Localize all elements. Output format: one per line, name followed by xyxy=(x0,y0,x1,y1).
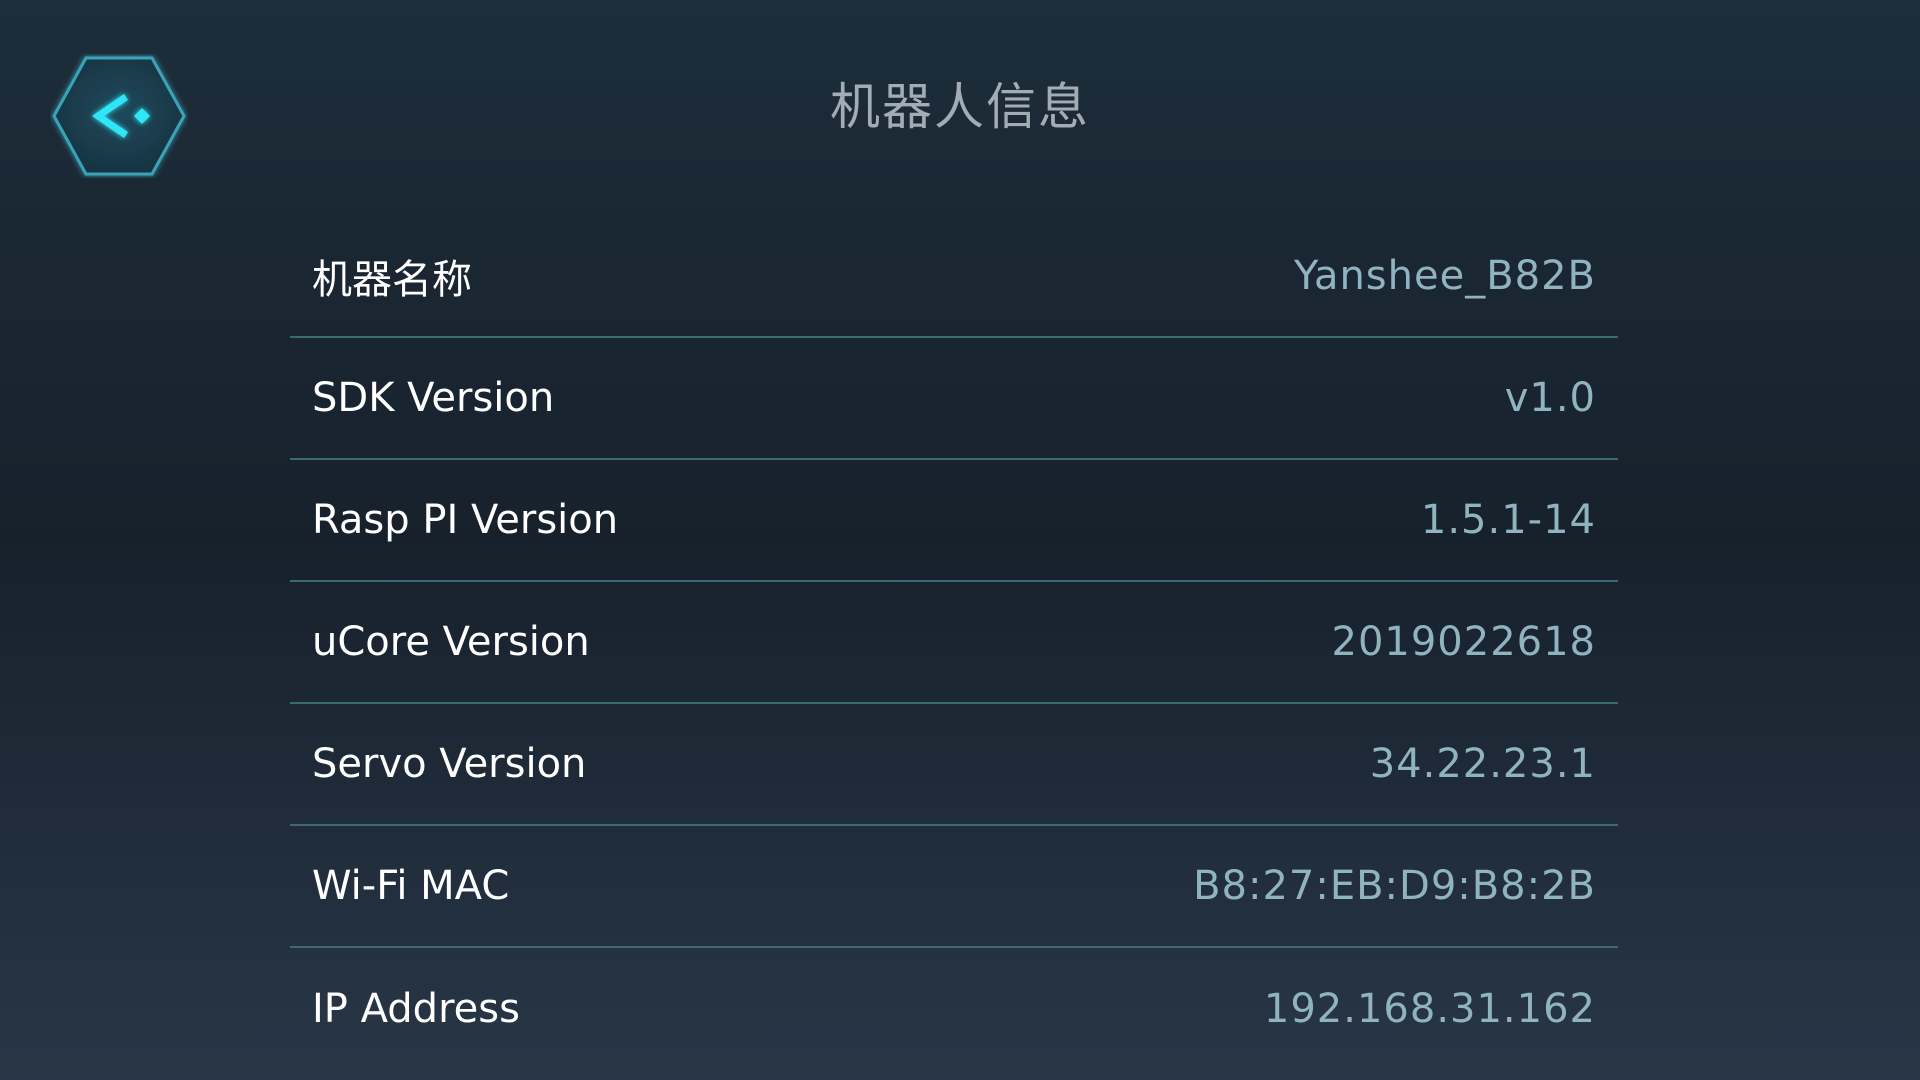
info-list: 机器名称 Yanshee_B82B SDK Version v1.0 Rasp … xyxy=(290,216,1618,1070)
sdk-version-value: v1.0 xyxy=(1504,375,1596,421)
info-row-wifi-mac: Wi-Fi MAC B8:27:EB:D9:B8:2B xyxy=(290,826,1618,948)
info-row-ucore-version: uCore Version 2019022618 xyxy=(290,582,1618,704)
sdk-version-label: SDK Version xyxy=(312,375,555,421)
ip-address-value: 192.168.31.162 xyxy=(1263,986,1596,1032)
robot-name-label: 机器名称 xyxy=(312,257,472,303)
servo-version-label: Servo Version xyxy=(312,741,587,787)
servo-version-value: 34.22.23.1 xyxy=(1369,741,1596,787)
info-row-ip-address: IP Address 192.168.31.162 xyxy=(290,948,1618,1070)
rasp-pi-version-value: 1.5.1-14 xyxy=(1420,497,1596,543)
rasp-pi-version-label: Rasp PI Version xyxy=(312,497,619,543)
ucore-version-value: 2019022618 xyxy=(1331,619,1596,665)
info-row-sdk-version: SDK Version v1.0 xyxy=(290,338,1618,460)
robot-name-value: Yanshee_B82B xyxy=(1294,253,1596,299)
ip-address-label: IP Address xyxy=(312,986,520,1032)
ucore-version-label: uCore Version xyxy=(312,619,590,665)
page-title: 机器人信息 xyxy=(830,78,1090,136)
info-row-rasp-pi-version: Rasp PI Version 1.5.1-14 xyxy=(290,460,1618,582)
info-row-robot-name: 机器名称 Yanshee_B82B xyxy=(290,216,1618,338)
wifi-mac-value: B8:27:EB:D9:B8:2B xyxy=(1193,863,1596,909)
info-row-servo-version: Servo Version 34.22.23.1 xyxy=(290,704,1618,826)
wifi-mac-label: Wi-Fi MAC xyxy=(312,863,510,909)
